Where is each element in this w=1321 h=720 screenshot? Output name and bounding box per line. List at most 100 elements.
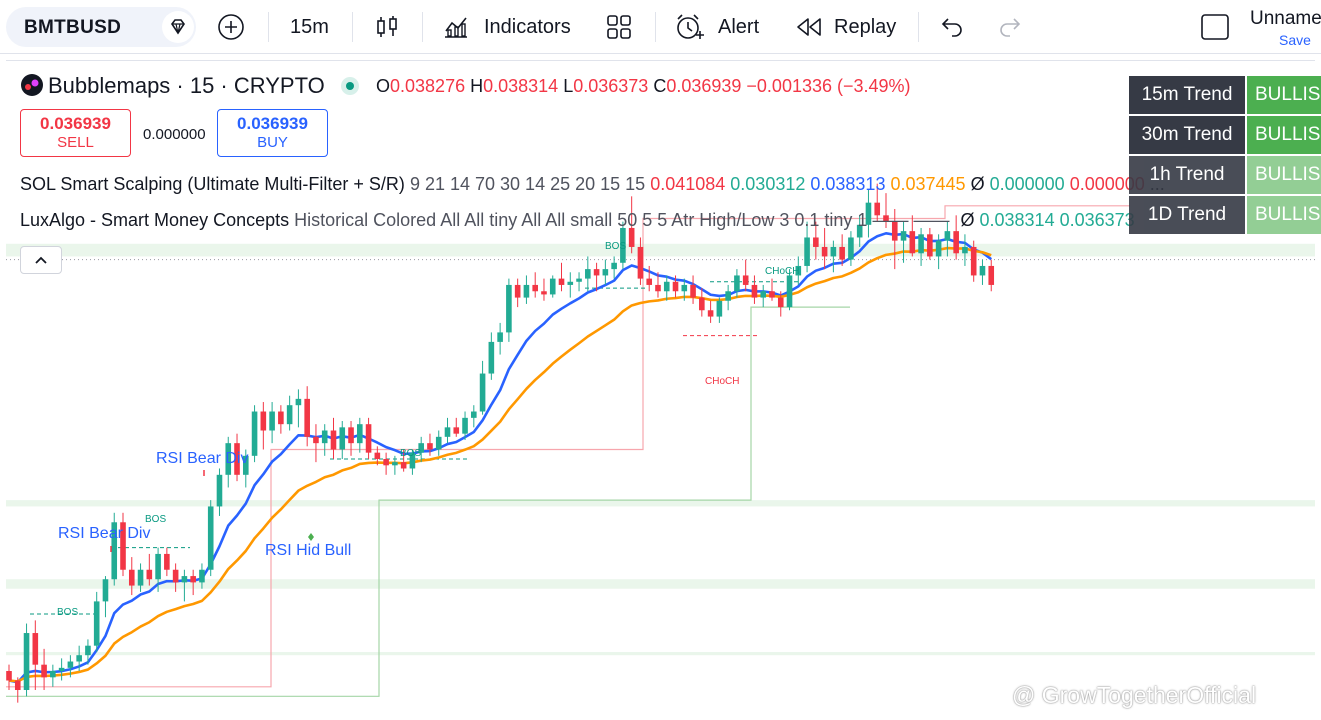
candle-body (585, 269, 591, 279)
candle-body (909, 231, 916, 254)
trend-value: BULLISH (1247, 76, 1321, 114)
candle-body (742, 275, 749, 285)
candle-body (453, 427, 460, 434)
bos-label: BOS (605, 241, 627, 252)
price-chart[interactable] (0, 58, 1315, 718)
templates-button[interactable] (606, 0, 634, 54)
candle-body (804, 237, 810, 266)
collapse-legend-button[interactable] (20, 246, 62, 274)
interval-button[interactable]: 15m (290, 0, 329, 54)
alarm-clock-icon (677, 14, 704, 39)
indicator-value: Ø (970, 174, 985, 194)
bos-label: BOS (400, 448, 422, 459)
candle-body (488, 341, 495, 374)
candle-body (611, 262, 617, 270)
low-label: L (563, 76, 574, 96)
layout-name[interactable]: Unnamed (1250, 8, 1321, 30)
candle-body (541, 291, 547, 295)
candle-body (962, 246, 968, 254)
candle-body (155, 553, 161, 580)
candle-body (479, 373, 486, 412)
indicators-label: Indicators (484, 16, 571, 38)
candle-body (383, 458, 389, 466)
toolbar-divider (352, 12, 353, 42)
candle-body (137, 569, 144, 586)
candle-body (953, 231, 959, 254)
indicator-value: 0.000000 (989, 174, 1065, 194)
candle-body (900, 231, 907, 241)
compare-symbol-button[interactable] (215, 0, 249, 54)
candle-body (848, 237, 854, 260)
hidden-bull-marker (308, 533, 314, 541)
chart-type-button[interactable] (374, 0, 400, 54)
candle-body (41, 664, 47, 678)
buy-button[interactable]: 0.036939 BUY (217, 109, 328, 157)
open-value: 0.038276 (390, 76, 466, 96)
candle-body (988, 265, 995, 285)
candle-body (330, 430, 337, 450)
layout-checkbox[interactable] (1200, 0, 1230, 54)
candle-body (400, 462, 407, 469)
candle-body (813, 237, 819, 247)
diamond-icon[interactable] (162, 11, 194, 43)
candle-body (716, 300, 723, 317)
candle-body (146, 569, 153, 580)
indicators-icon (445, 17, 467, 38)
candle-body (839, 246, 845, 260)
candle-body (935, 240, 942, 257)
toolbar-divider (918, 12, 919, 42)
indicator-name: LuxAlgo - Smart Money Concepts (20, 210, 290, 230)
trend-value: BULLISH (1247, 156, 1321, 194)
candle-body (444, 427, 451, 437)
candle-body (751, 284, 758, 298)
candle-body (348, 427, 354, 444)
candle-body (699, 297, 705, 311)
candle-body (76, 655, 82, 662)
candle-body (374, 452, 381, 459)
open-label: O (376, 76, 391, 96)
bubblemaps-logo-icon (21, 74, 43, 96)
replay-button[interactable]: Replay (796, 0, 900, 54)
trend-label: 1h Trend (1129, 156, 1245, 194)
sell-button[interactable]: 0.036939 SELL (20, 109, 131, 157)
candle-body (102, 579, 109, 602)
save-link[interactable]: Save (1279, 32, 1311, 48)
candle-body (786, 275, 793, 308)
indicator-value: 0.030312 (730, 174, 806, 194)
candle-body (251, 411, 258, 456)
square-icon (1201, 14, 1229, 40)
trailing-high-line (6, 205, 1130, 688)
redo-button[interactable] (998, 0, 1024, 54)
candle-body (128, 569, 135, 586)
rsi-hid-bull-label: RSI Hid Bull (265, 542, 352, 559)
toolbar-divider (268, 12, 269, 42)
candle-body (690, 284, 696, 298)
candle-body (593, 269, 600, 276)
candle-body (23, 633, 30, 690)
indicator-params: Historical Colored All All tiny All All … (294, 210, 868, 230)
candle-body (295, 398, 302, 406)
symbol-search[interactable]: BMTBUSD (6, 7, 196, 47)
symbol-legend[interactable]: Bubblemaps · 15 · CRYPTO (20, 73, 359, 99)
alert-button[interactable]: Alert (674, 0, 766, 54)
candle-body (172, 569, 179, 583)
candle-body (734, 275, 740, 292)
candle-body (260, 411, 267, 431)
indicator-legend-luxalgo[interactable]: LuxAlgo - Smart Money Concepts Historica… (20, 210, 1135, 231)
undo-button[interactable] (940, 0, 966, 54)
candle-body (497, 332, 503, 342)
candle-body (567, 281, 574, 285)
candle-body (523, 284, 530, 298)
indicators-button[interactable]: Indicators (442, 0, 582, 54)
buy-price: 0.036939 (237, 114, 308, 133)
trend-value: BULLISH (1247, 196, 1321, 234)
candle-body (777, 297, 784, 308)
rsi-bear-div-label: RSI Bear Div (156, 450, 249, 467)
candle-body (471, 411, 477, 418)
candle-body (286, 405, 293, 425)
candle-body (190, 576, 196, 583)
trend-label: 30m Trend (1129, 116, 1245, 154)
indicator-legend-sol[interactable]: SOL Smart Scalping (Ultimate Multi-Filte… (20, 174, 1165, 195)
symbol-name[interactable]: BMTBUSD (24, 17, 121, 39)
low-value: 0.036373 (573, 76, 649, 96)
